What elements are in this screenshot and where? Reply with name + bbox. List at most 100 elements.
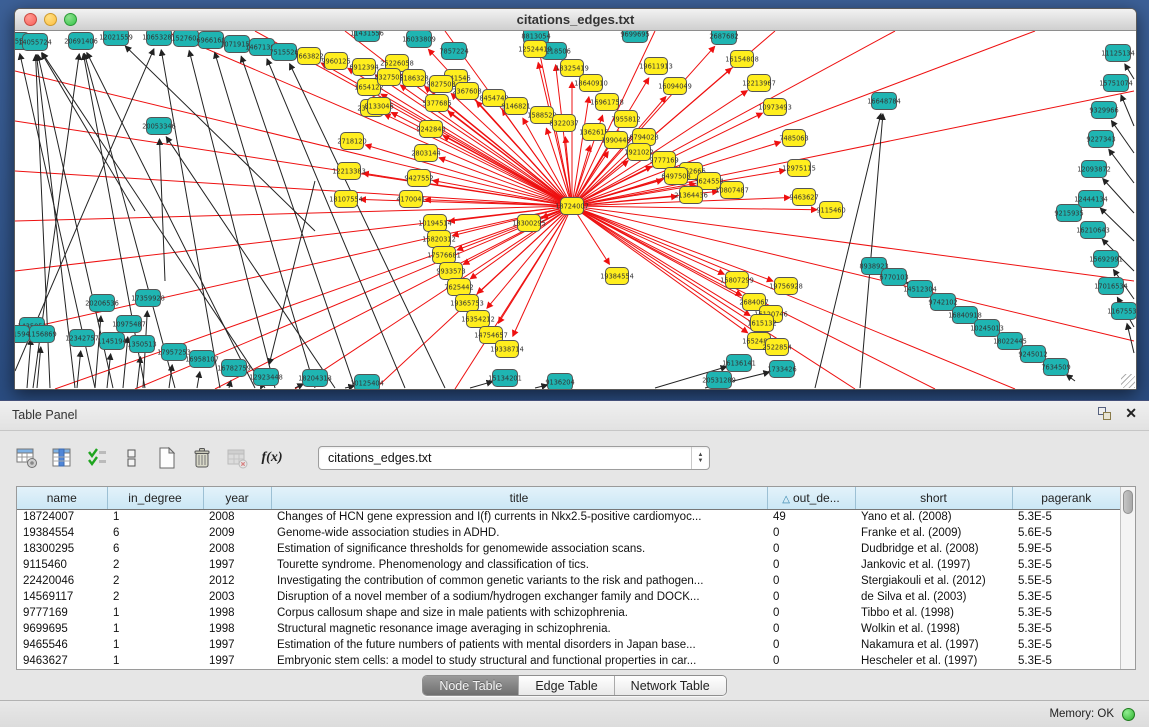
graph-node[interactable]: 9115460 [816, 202, 845, 219]
graph-edge[interactable] [470, 382, 493, 388]
graph-node[interactable]: 16033809 [402, 31, 436, 48]
table-cell[interactable]: 1997 [203, 557, 271, 573]
table-cell[interactable]: Changes of HCN gene expression and I(f) … [271, 509, 767, 525]
column-header-year[interactable]: year [203, 487, 271, 509]
table-cell[interactable]: 49 [767, 509, 855, 525]
graph-node[interactable]: 9146821 [501, 98, 530, 115]
table-cell[interactable]: 6 [107, 525, 203, 541]
column-header-out-de-[interactable]: △out_de... [767, 487, 855, 509]
table-cell[interactable]: Tibbo et al. (1998) [855, 605, 1012, 621]
graph-node[interactable]: 11675533 [1107, 303, 1136, 320]
table-cell[interactable]: Tourette syndrome. Phenomenology and cla… [271, 557, 767, 573]
table-cell[interactable]: 5.3E-5 [1012, 621, 1120, 637]
graph-node[interactable]: 8322037 [549, 115, 578, 132]
graph-node[interactable]: 11125134 [1101, 45, 1135, 62]
graph-node[interactable]: 14055724 [18, 34, 52, 51]
graph-edge[interactable] [1109, 149, 1134, 183]
delete-table-disabled-button[interactable] [224, 445, 250, 471]
graph-node[interactable]: 9827508 [426, 76, 455, 93]
graph-node[interactable]: 8186328 [399, 70, 428, 87]
graph-edge[interactable] [77, 351, 81, 388]
graph-node[interactable]: 19365753 [450, 295, 484, 312]
table-cell[interactable]: 2 [107, 557, 203, 573]
combobox-stepper-icon[interactable]: ▲▼ [691, 447, 709, 469]
graph-node[interactable]: 7485063 [779, 130, 808, 147]
close-panel-icon[interactable]: ✕ [1125, 407, 1137, 420]
tab-node-table[interactable]: Node Table [423, 676, 519, 695]
graph-node[interactable]: 5377685 [422, 95, 451, 112]
graph-node[interactable]: 9242848 [416, 121, 445, 138]
graph-node[interactable]: 12213967 [742, 75, 776, 92]
graph-node[interactable]: 9960125 [321, 53, 350, 70]
table-vertical-scrollbar[interactable] [1120, 487, 1135, 669]
graph-node[interactable]: 1145194 [97, 333, 126, 350]
graph-node[interactable]: 9463627 [789, 189, 818, 206]
table-row[interactable]: 946362711997Embryonic stem cells: a mode… [17, 653, 1120, 669]
network-window-titlebar[interactable]: citations_edges.txt [15, 9, 1136, 31]
table-cell[interactable]: 0 [767, 573, 855, 589]
window-resize-grip[interactable] [1121, 374, 1135, 388]
graph-node[interactable]: 9215935 [1054, 205, 1083, 222]
graph-node[interactable]: 1990448 [601, 132, 630, 149]
table-cell[interactable]: Dudbridge et al. (2008) [855, 541, 1012, 557]
table-cell[interactable]: 18724007 [17, 509, 107, 525]
graph-edge[interactable] [160, 139, 165, 281]
network-graph[interactable]: 9465546140557242069140612021559106532871… [15, 31, 1136, 389]
table-cell[interactable]: 9699695 [17, 621, 107, 637]
table-cell[interactable]: 9465546 [17, 637, 107, 653]
table-cell[interactable]: Yano et al. (2008) [855, 509, 1012, 525]
column-header-title[interactable]: title [271, 487, 767, 509]
network-window[interactable]: citations_edges.txt 94655461405572420691… [14, 8, 1137, 390]
table-row[interactable]: 1872400712008Changes of HCN gene express… [17, 509, 1120, 525]
table-cell[interactable]: 5.5E-5 [1012, 573, 1120, 589]
table-cell[interactable]: 5.3E-5 [1012, 605, 1120, 621]
graph-node[interactable]: 2522854 [762, 339, 791, 356]
graph-node[interactable]: 17016534 [1094, 278, 1128, 295]
new-document-button[interactable] [154, 445, 180, 471]
table-cell[interactable]: 0 [767, 525, 855, 541]
graph-node[interactable]: 16136141 [722, 355, 756, 372]
graph-node[interactable]: 1156869 [27, 326, 56, 343]
table-row[interactable]: 911546021997Tourette syndrome. Phenomeno… [17, 557, 1120, 573]
graph-node[interactable]: 17359928 [131, 290, 165, 307]
graph-edge[interactable] [572, 206, 1134, 341]
table-row[interactable]: 946554611997Estimation of the future num… [17, 637, 1120, 653]
graph-node[interactable]: 8133046 [364, 98, 393, 115]
graph-node[interactable]: 2718120 [337, 133, 366, 150]
table-cell[interactable]: de Silva et al. (2003) [855, 589, 1012, 605]
graph-edge[interactable] [137, 357, 141, 388]
table-row[interactable]: 2242004622012Investigating the contribut… [17, 573, 1120, 589]
graph-node[interactable]: 9329966 [1089, 102, 1118, 119]
graph-node[interactable]: 7663822 [294, 48, 323, 65]
graph-node[interactable]: 12923448 [249, 369, 283, 386]
graph-node[interactable]: 6497508 [661, 168, 690, 185]
graph-edge[interactable] [197, 372, 200, 388]
graph-node[interactable]: 10973493 [758, 99, 792, 116]
table-cell[interactable]: 5.3E-5 [1012, 637, 1120, 653]
graph-node[interactable]: 20053346 [142, 118, 176, 135]
graph-node[interactable]: 19611913 [639, 58, 673, 75]
graph-node[interactable]: 15692991 [1089, 251, 1123, 268]
graph-node[interactable]: 16154808 [725, 51, 759, 68]
table-cell[interactable]: 2008 [203, 541, 271, 557]
graph-edge[interactable] [165, 31, 572, 206]
graph-edge[interactable] [572, 206, 855, 389]
graph-node[interactable]: 15134201 [488, 370, 522, 387]
memory-status-indicator[interactable] [1122, 708, 1135, 721]
graph-node[interactable]: 9245012 [1018, 346, 1047, 363]
graph-node[interactable]: 9699695 [620, 31, 649, 43]
scrollbar-thumb[interactable] [1123, 490, 1133, 514]
table-cell[interactable]: 1 [107, 621, 203, 637]
table-cell[interactable]: 5.3E-5 [1012, 653, 1120, 669]
graph-node[interactable]: 20691406 [64, 33, 98, 50]
table-cell[interactable]: 22420046 [17, 573, 107, 589]
table-cell[interactable]: 9777169 [17, 605, 107, 621]
graph-edge[interactable] [572, 31, 1035, 206]
graph-edge[interactable] [572, 206, 750, 316]
graph-node[interactable]: 7857224 [439, 43, 468, 60]
table-cell[interactable]: 14569117 [17, 589, 107, 605]
table-cell[interactable]: Nakamura et al. (1997) [855, 637, 1012, 653]
zoom-window-button[interactable] [64, 13, 77, 26]
table-cell[interactable]: 5.3E-5 [1012, 557, 1120, 573]
graph-node[interactable]: 17576681 [427, 247, 461, 264]
